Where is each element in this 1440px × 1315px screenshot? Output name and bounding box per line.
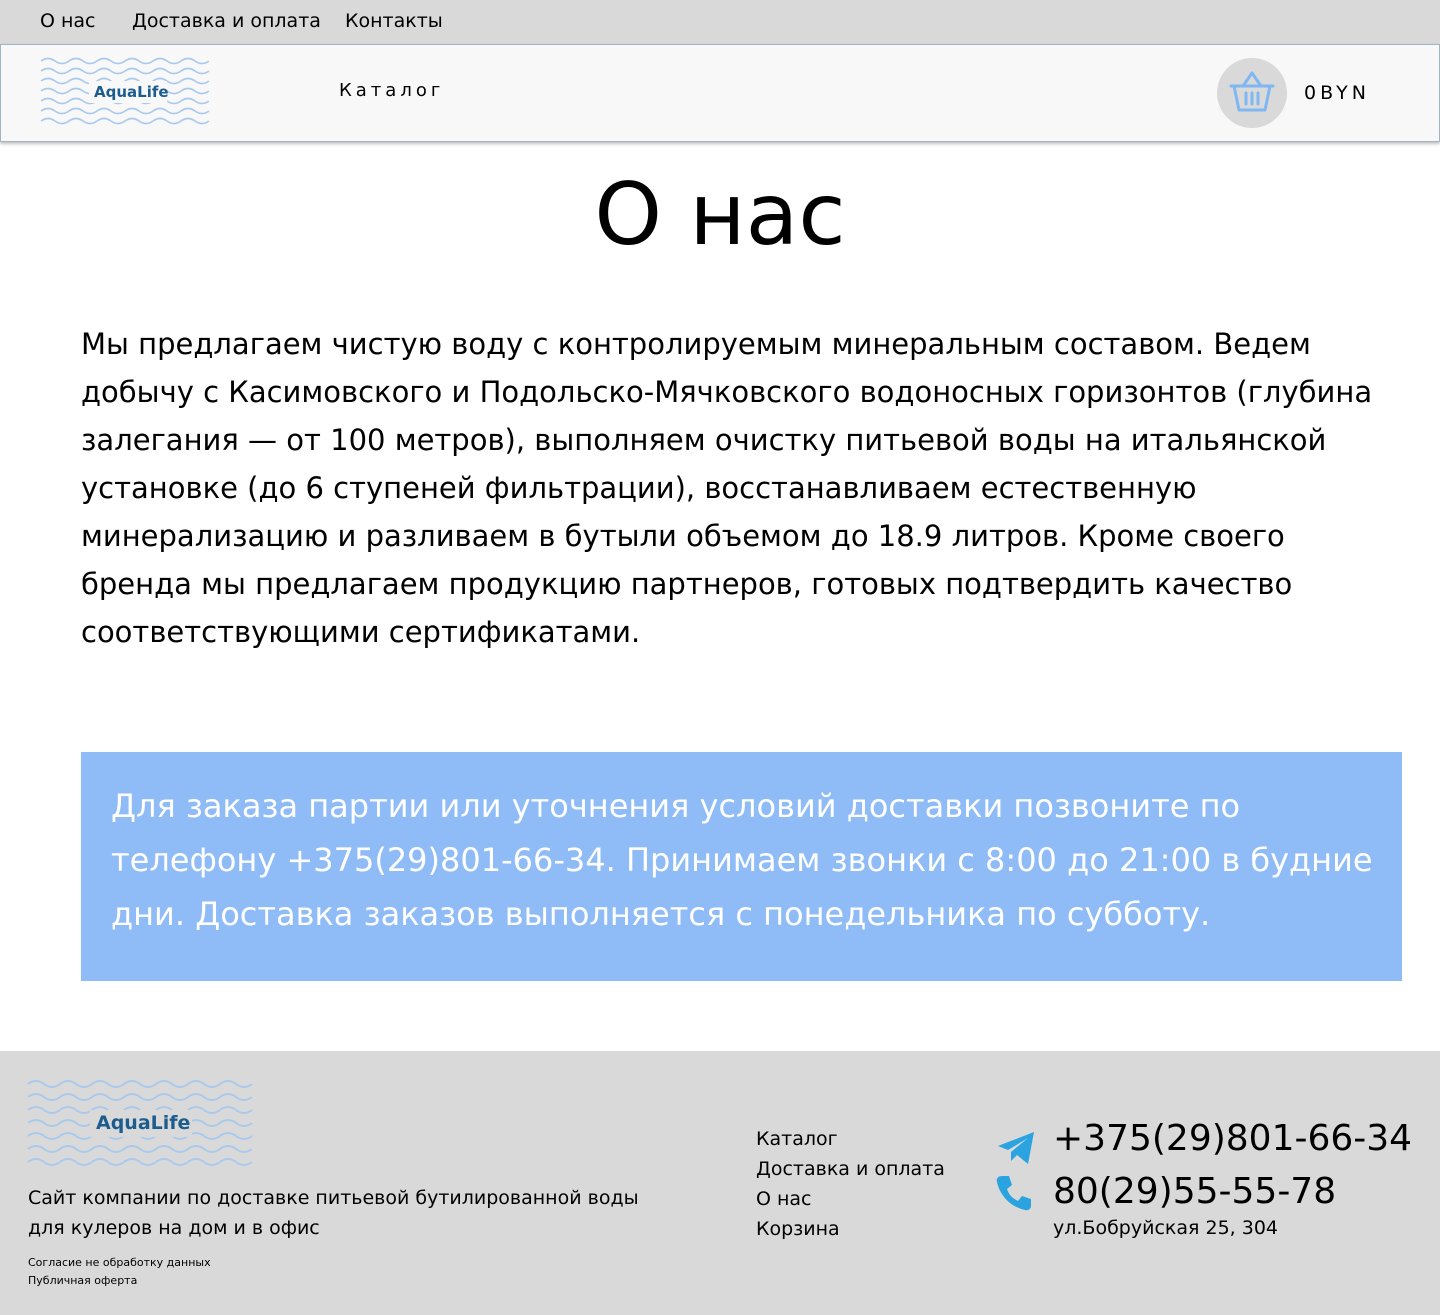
- footer-catalog-link[interactable]: Каталог: [756, 1128, 838, 1150]
- cart-button[interactable]: [1217, 58, 1287, 128]
- topnav-delivery-link[interactable]: Доставка и оплата: [132, 10, 321, 32]
- telegram-phone[interactable]: +375(29)801-66-34: [1053, 1118, 1412, 1159]
- main-header: AquaLife Каталог 0BYN: [0, 44, 1440, 142]
- contact-phone[interactable]: 80(29)55-55-78: [1053, 1171, 1336, 1212]
- top-navigation: О нас Доставка и оплата Контакты: [0, 0, 1440, 44]
- header-logo-text: AquaLife: [94, 83, 169, 101]
- footer-delivery-link[interactable]: Доставка и оплата: [756, 1158, 945, 1180]
- data-consent-link[interactable]: Согласие не обработку данных: [28, 1256, 211, 1269]
- footer-cart-link[interactable]: Корзина: [756, 1218, 840, 1240]
- page-title: О нас: [594, 165, 846, 265]
- cart-total: 0BYN: [1304, 82, 1370, 104]
- footer: AquaLife Сайт компании по доставке питье…: [0, 1051, 1440, 1315]
- footer-about-link[interactable]: О нас: [756, 1188, 812, 1210]
- order-notice: Для заказа партии или уточнения условий …: [81, 752, 1402, 981]
- topnav-about-link[interactable]: О нас: [40, 10, 96, 32]
- header-logo[interactable]: AquaLife: [39, 55, 215, 130]
- public-offer-link[interactable]: Публичная оферта: [28, 1274, 137, 1287]
- catalog-link[interactable]: Каталог: [339, 80, 444, 101]
- footer-description: Сайт компании по доставке питьевой бутил…: [28, 1187, 639, 1239]
- about-text: Мы предлагаем чистую воду с контролируем…: [81, 327, 1373, 649]
- order-notice-text: Для заказа партии или уточнения условий …: [111, 787, 1373, 933]
- telegram-icon[interactable]: [996, 1130, 1038, 1166]
- footer-logo[interactable]: AquaLife: [26, 1077, 254, 1169]
- shopping-basket-icon: [1229, 71, 1275, 112]
- address: ул.Бобруйская 25, 304: [1053, 1217, 1279, 1239]
- topnav-contacts-link[interactable]: Контакты: [345, 10, 443, 32]
- phone-icon[interactable]: [994, 1173, 1034, 1213]
- footer-logo-text: AquaLife: [96, 1112, 191, 1134]
